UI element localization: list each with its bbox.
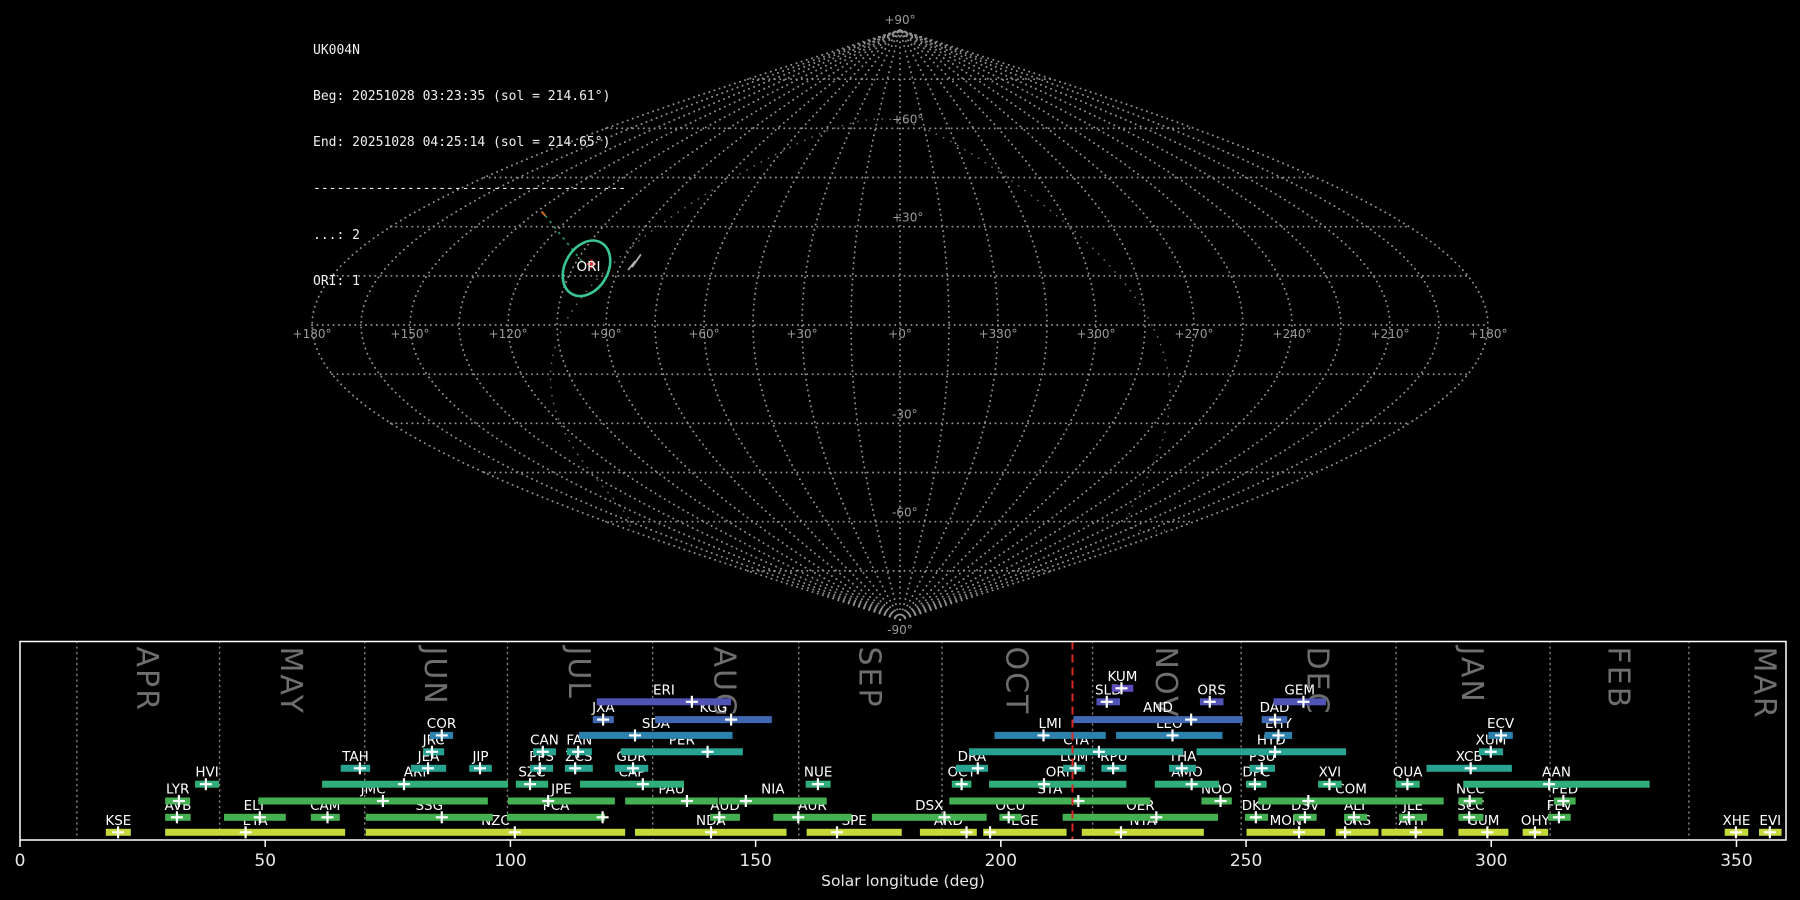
svg-text:100: 100 (494, 851, 526, 871)
svg-text:+270°: +270° (1175, 327, 1214, 341)
svg-text:-60°: -60° (892, 506, 918, 520)
shower-bar-ege: EGE (983, 813, 1067, 839)
month-label: OCT (998, 647, 1033, 716)
shower-bar-xhe: XHE (1722, 813, 1750, 839)
x-axis-label: Solar longitude (deg) (821, 872, 985, 890)
shower-bar-qua: QUA (1393, 765, 1424, 791)
svg-text:250: 250 (1230, 851, 1262, 871)
svg-text:ECV: ECV (1487, 716, 1515, 732)
session-info: UK004N Beg: 20251028 03:23:35 (sol = 214… (313, 12, 626, 320)
svg-text:+210°: +210° (1371, 327, 1410, 341)
svg-text:+180°: +180° (1469, 327, 1508, 341)
svg-text:XHE: XHE (1722, 813, 1750, 829)
shower-bar-kse: KSE (105, 813, 131, 839)
svg-text:TAH: TAH (341, 749, 369, 765)
separator-line: ---------------------------------------- (313, 181, 627, 197)
svg-text:XVI: XVI (1319, 765, 1341, 781)
svg-text:XCB: XCB (1456, 749, 1483, 765)
svg-text:HVI: HVI (195, 765, 218, 781)
svg-text:+120°: +120° (489, 327, 528, 341)
station-id: UK004N (313, 42, 360, 58)
svg-text:AND: AND (1143, 700, 1173, 716)
shower-bar-ors: ORS (1197, 682, 1226, 708)
svg-text:300: 300 (1475, 851, 1507, 871)
svg-text:JPE: JPE (550, 782, 572, 798)
shower-bar-evi: EVI (1759, 813, 1782, 839)
svg-text:OHY: OHY (1521, 813, 1551, 829)
month-label: APR (129, 647, 164, 712)
svg-text:+60°: +60° (892, 112, 923, 126)
shower-bar-kum: KUM (1107, 669, 1137, 695)
svg-text:DSX: DSX (915, 798, 943, 814)
svg-text:200: 200 (985, 851, 1017, 871)
session-end: End: 20251028 04:25:14 (sol = 214.65°) (313, 135, 611, 151)
count-ori: ORI: 1 (313, 273, 360, 289)
month-label: MAR (1747, 647, 1782, 720)
sporadic-meteor-streaks (627, 254, 642, 271)
svg-text:QUA: QUA (1393, 765, 1424, 781)
svg-text:NUE: NUE (804, 765, 833, 781)
shower-bar-can: CAN (530, 732, 559, 758)
svg-text:EVI: EVI (1759, 813, 1781, 829)
svg-text:GEM: GEM (1284, 682, 1315, 698)
svg-text:+60°: +60° (688, 327, 719, 341)
svg-text:-30°: -30° (892, 407, 918, 421)
month-label: JUL (561, 645, 596, 701)
svg-text:150: 150 (739, 851, 771, 871)
shower-bar-ohy: OHY (1521, 813, 1551, 839)
x-axis-ticks: 0 50 100 150 200 250 300 350 (15, 840, 1753, 871)
month-label: JAN (1454, 645, 1489, 704)
svg-text:50: 50 (254, 851, 276, 871)
shower-bar-lyr: LYR (165, 782, 191, 807)
shower-bar-hvi: HVI (195, 765, 220, 791)
svg-text:350: 350 (1720, 851, 1752, 871)
svg-text:LMI: LMI (1039, 716, 1062, 732)
svg-text:+150°: +150° (391, 327, 430, 341)
svg-text:-90°: -90° (887, 623, 913, 637)
svg-text:+90°: +90° (884, 13, 915, 27)
month-label: FEB (1601, 647, 1636, 710)
shower-bar-ecv: ECV (1487, 716, 1515, 742)
activity-chart: APRMAYJUNJULAUGSEPOCTNOVDECJANFEBMARKSEE… (15, 640, 1787, 871)
svg-text:LYR: LYR (166, 782, 189, 798)
svg-text:COR: COR (427, 716, 456, 732)
month-label: JUN (417, 645, 452, 706)
shower-bar-nue: NUE (804, 765, 833, 791)
count-sporadic: ...: 2 (313, 227, 360, 243)
svg-text:+330°: +330° (979, 327, 1018, 341)
shower-bar-cor: COR (427, 716, 456, 742)
svg-text:+90°: +90° (590, 327, 621, 341)
shower-bar-xvi: XVI (1318, 765, 1342, 791)
svg-text:0: 0 (15, 851, 26, 871)
session-begin: Beg: 20251028 03:23:35 (sol = 214.61°) (313, 89, 611, 105)
svg-text:+0°: +0° (888, 327, 912, 341)
meteor-observation-screen: +180° +150° +120° +90° +60° +30° +0° +330° +300°… (0, 0, 1800, 900)
svg-text:CAN: CAN (530, 732, 559, 748)
svg-text:+180°: +180° (293, 327, 332, 341)
shower-bars: KSEETANZCNDASPEARDEGENTAMONURSAHYGUMOHYX… (105, 669, 1782, 839)
svg-text:ERI: ERI (653, 682, 675, 698)
svg-text:+300°: +300° (1077, 327, 1116, 341)
svg-text:KSE: KSE (105, 813, 131, 829)
svg-text:AAN: AAN (1542, 765, 1571, 781)
month-label: SEP (851, 647, 886, 709)
radiant-map-and-activity-plot: +180° +150° +120° +90° +60° +30° +0° +330° +300°… (15, 13, 1787, 890)
month-label: MAY (273, 647, 308, 715)
svg-text:JIP: JIP (471, 749, 488, 765)
svg-text:NIA: NIA (761, 782, 785, 798)
shower-bar-jip: JIP (469, 749, 492, 775)
svg-text:+30°: +30° (892, 211, 923, 225)
svg-text:ORS: ORS (1197, 682, 1226, 698)
svg-text:KUM: KUM (1107, 669, 1137, 685)
svg-text:+30°: +30° (786, 327, 817, 341)
svg-text:+240°: +240° (1273, 327, 1312, 341)
shower-bar-tah: TAH (340, 749, 371, 775)
